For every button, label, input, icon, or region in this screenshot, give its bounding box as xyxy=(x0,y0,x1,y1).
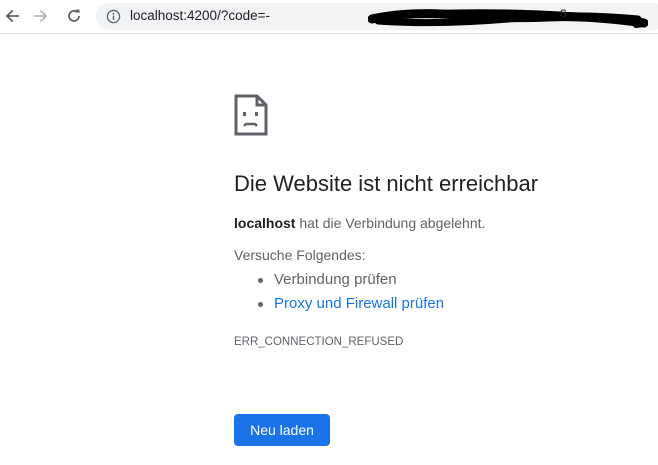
url-tail-text: s xyxy=(560,5,567,20)
error-headline: Die Website ist nicht erreichbar xyxy=(234,171,539,196)
suggestion-item: Verbindung prüfen xyxy=(256,270,444,294)
info-icon[interactable] xyxy=(106,9,121,24)
arrow-right-icon xyxy=(34,9,48,23)
redaction-mark xyxy=(368,9,648,28)
suggestion-check-proxy-firewall-link[interactable]: Proxy und Firewall prüfen xyxy=(274,295,444,312)
back-button[interactable] xyxy=(0,4,24,28)
suggestion-check-connection: Verbindung prüfen xyxy=(274,271,397,288)
address-bar[interactable]: localhost:4200/?code=- xyxy=(96,3,658,30)
suggestion-item: Proxy und Firewall prüfen xyxy=(256,294,444,318)
summary-text: hat die Verbindung abgelehnt. xyxy=(295,215,486,231)
reload-page-button[interactable]: Neu laden xyxy=(234,414,330,446)
error-code: ERR_CONNECTION_REFUSED xyxy=(234,336,404,348)
browser-toolbar: localhost:4200/?code=- s xyxy=(0,0,658,34)
summary-host: localhost xyxy=(234,215,296,231)
url-text: localhost:4200/?code=- xyxy=(130,8,270,23)
reload-icon xyxy=(68,9,80,22)
suggestions-title: Versuche Folgendes: xyxy=(234,247,366,263)
reload-button[interactable] xyxy=(62,4,86,28)
sad-page-icon xyxy=(234,94,268,136)
suggestions-list: Verbindung prüfen Proxy und Firewall prü… xyxy=(256,270,444,318)
arrow-left-icon xyxy=(5,9,19,23)
error-summary: localhost hat die Verbindung abgelehnt. xyxy=(234,215,485,231)
forward-button[interactable] xyxy=(29,4,53,28)
